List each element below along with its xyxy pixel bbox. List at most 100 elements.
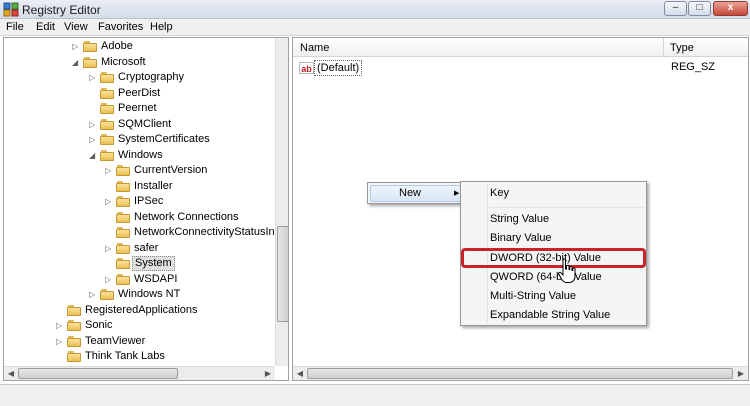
value-name: (Default) — [314, 60, 363, 76]
tree-item-label: NetworkConnectivityStatusIn — [134, 226, 275, 238]
folder-icon — [116, 180, 130, 192]
expand-arrow-icon[interactable]: ▷ — [56, 318, 65, 333]
expand-arrow-icon[interactable]: ▷ — [105, 272, 114, 287]
scroll-thumb[interactable] — [307, 368, 733, 379]
tree-item-label: CurrentVersion — [134, 164, 208, 176]
folder-icon — [100, 149, 114, 161]
values-horizontal-scrollbar[interactable]: ◀ ▶ — [293, 366, 748, 380]
maximize-button[interactable]: □ — [688, 1, 711, 16]
expand-arrow-icon[interactable]: ▷ — [89, 132, 98, 147]
tree-item-label: safer — [134, 241, 159, 254]
tree-item-label: Think Tank Labs — [85, 350, 165, 362]
tree-item-label: IPSec — [134, 195, 164, 207]
scroll-thumb[interactable] — [277, 226, 288, 322]
registry-tree-pane[interactable]: ▷ Adobe ◢ Microsoft ▷ Cryptography PeerDist Pee… — [3, 37, 289, 381]
close-button[interactable]: x — [713, 1, 748, 16]
submenu-arrow-icon: ▶ — [454, 190, 460, 197]
expand-arrow-icon[interactable]: ▷ — [89, 70, 98, 85]
highlight-annotation — [461, 248, 646, 268]
menu-bar: File Edit View Favorites Help — [0, 19, 750, 36]
menu-item-multi-string-value[interactable]: Multi-String Value — [490, 290, 576, 302]
folder-icon — [67, 351, 81, 362]
menu-edit[interactable]: Edit — [36, 21, 55, 33]
expand-arrow-icon[interactable]: ▷ — [89, 117, 98, 132]
menu-item-binary-value[interactable]: Binary Value — [490, 232, 552, 244]
tree-item-label: WSDAPI — [134, 272, 178, 285]
title-bar: Registry Editor – □ x — [0, 0, 750, 19]
expand-arrow-icon[interactable]: ▷ — [56, 334, 65, 349]
column-header: Name Type — [293, 38, 748, 57]
folder-icon — [67, 335, 81, 347]
menu-item-qword-value[interactable]: QWORD (64-bit) Value — [490, 271, 602, 283]
menu-item-new-label: New — [399, 187, 422, 199]
context-menu: New ▶ — [367, 182, 464, 204]
tree-item-label: Peernet — [118, 102, 157, 114]
minimize-button[interactable]: – — [664, 1, 687, 16]
scroll-left-icon[interactable]: ◀ — [4, 367, 18, 380]
tree-horizontal-scrollbar[interactable]: ◀ ▶ — [4, 366, 275, 380]
hand-cursor-icon — [558, 258, 576, 283]
folder-icon — [100, 72, 114, 83]
folder-icon — [100, 134, 114, 145]
tree-item-label: Windows NT — [118, 288, 181, 300]
tree-item-label: Adobe — [101, 40, 133, 52]
folder-icon — [67, 304, 81, 316]
collapse-arrow-icon[interactable]: ◢ — [89, 148, 98, 163]
scroll-left-icon[interactable]: ◀ — [293, 367, 307, 380]
expand-arrow-icon[interactable]: ▷ — [105, 241, 114, 256]
expand-arrow-icon[interactable]: ▷ — [89, 287, 98, 302]
value-type: REG_SZ — [671, 61, 716, 73]
tree-vertical-scrollbar[interactable] — [275, 38, 288, 366]
folder-icon — [116, 211, 130, 223]
menu-favorites[interactable]: Favorites — [98, 21, 143, 33]
folder-icon — [116, 196, 130, 207]
value-row-default[interactable]: ab (Default) REG_SZ — [297, 60, 747, 76]
status-bar — [0, 384, 750, 406]
menu-view[interactable]: View — [64, 21, 88, 33]
scroll-right-icon[interactable]: ▶ — [261, 367, 275, 380]
folder-icon — [67, 320, 81, 331]
tree-item-label: RegisteredApplications — [85, 303, 198, 316]
tree-item-label: SQMClient — [118, 117, 172, 130]
tree-item-label: TeamViewer — [85, 334, 146, 347]
folder-icon — [100, 118, 114, 130]
tree-item-label: Sonic — [85, 319, 113, 331]
folder-icon — [116, 242, 130, 254]
folder-icon — [116, 258, 130, 269]
expand-arrow-icon[interactable]: ▷ — [105, 194, 114, 209]
tree-item-label: System — [132, 256, 175, 271]
tree-item-label: Network Connections — [134, 210, 239, 223]
folder-icon — [83, 41, 97, 52]
registry-editor-icon — [3, 2, 19, 17]
tree-item-label: Cryptography — [118, 71, 185, 83]
folder-icon — [100, 103, 114, 114]
column-type-header[interactable]: Type — [670, 42, 694, 54]
menu-item-expandable-string-value[interactable]: Expandable String Value — [490, 309, 610, 321]
menu-file[interactable]: File — [6, 21, 24, 33]
tree-item-label: SystemCertificates — [118, 133, 210, 145]
folder-icon — [116, 227, 130, 238]
menu-item-string-value[interactable]: String Value — [490, 213, 549, 225]
tree-item-label: PeerDist — [118, 86, 161, 99]
string-value-icon: ab — [299, 62, 314, 74]
folder-icon — [100, 87, 114, 99]
folder-icon — [83, 56, 97, 68]
scroll-thumb[interactable] — [18, 368, 178, 379]
window-title: Registry Editor — [22, 3, 101, 17]
folder-icon — [100, 289, 114, 300]
collapse-arrow-icon[interactable]: ◢ — [72, 55, 81, 70]
menu-separator — [489, 207, 644, 208]
tree-item-label: Installer — [134, 179, 173, 192]
menu-item-new[interactable]: New ▶ — [370, 185, 461, 202]
expand-arrow-icon[interactable]: ▷ — [72, 39, 81, 54]
column-name-header[interactable]: Name — [300, 42, 329, 54]
expand-arrow-icon[interactable]: ▷ — [105, 163, 114, 178]
tree-item-label: Windows — [118, 148, 163, 161]
folder-icon — [116, 165, 130, 176]
tree-item-label: Microsoft — [101, 55, 146, 68]
column-divider[interactable] — [663, 38, 664, 57]
menu-help[interactable]: Help — [150, 21, 173, 33]
menu-item-key[interactable]: Key — [490, 187, 509, 199]
scroll-right-icon[interactable]: ▶ — [734, 367, 748, 380]
folder-icon — [116, 273, 130, 285]
